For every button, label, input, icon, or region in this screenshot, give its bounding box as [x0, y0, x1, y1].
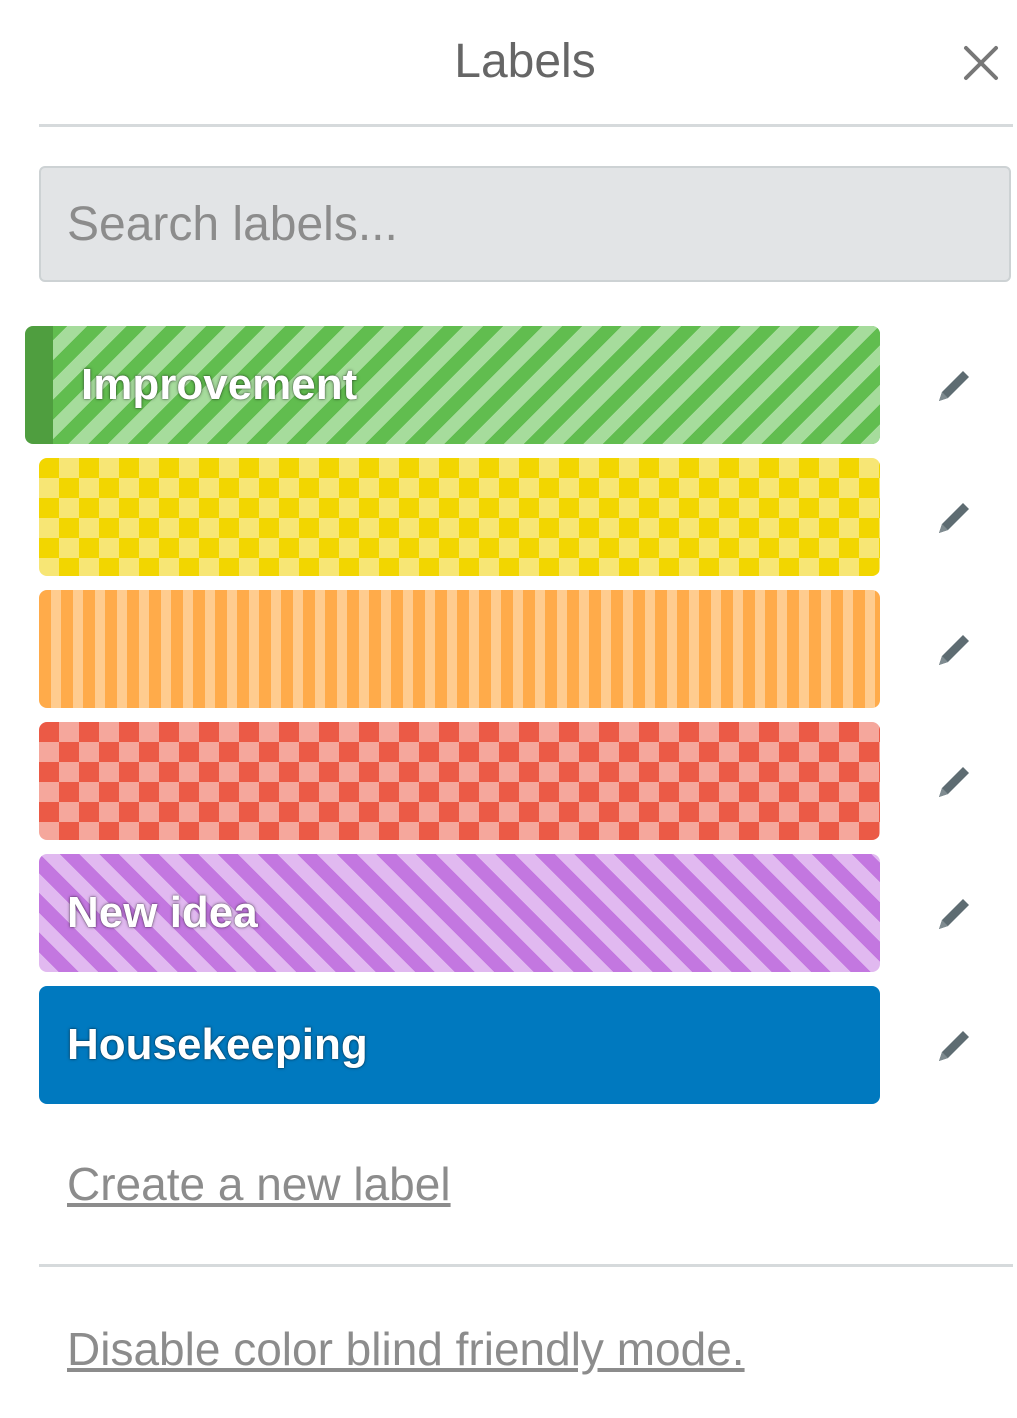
label-improvement[interactable]: Improvement — [25, 326, 880, 444]
label-housekeeping[interactable]: Housekeeping — [39, 986, 880, 1104]
colorblind-mode-toggle-link[interactable]: Disable color blind friendly mode. — [67, 1322, 745, 1376]
label-text: New idea — [67, 888, 258, 937]
header-divider — [39, 124, 1013, 127]
label-yellow[interactable] — [39, 458, 880, 576]
popover-title: Labels — [454, 35, 596, 88]
label-new-idea[interactable]: New idea — [39, 854, 880, 972]
pencil-icon[interactable] — [930, 889, 978, 937]
label-row-red — [0, 722, 1017, 840]
labels-popover: Labels Improvement — [0, 0, 1017, 1418]
label-orange[interactable] — [39, 590, 880, 708]
label-row-yellow — [0, 458, 1017, 576]
label-red[interactable] — [39, 722, 880, 840]
label-row-housekeeping: Housekeeping — [0, 986, 1017, 1104]
label-text: Housekeeping — [67, 1020, 368, 1069]
close-icon[interactable] — [958, 40, 1004, 86]
label-row-orange — [0, 590, 1017, 708]
search-labels-input[interactable] — [39, 166, 1011, 282]
label-row-improvement: Improvement — [0, 326, 1017, 444]
pencil-icon[interactable] — [930, 1021, 978, 1069]
pencil-icon[interactable] — [930, 361, 978, 409]
footer-divider — [39, 1264, 1013, 1267]
label-text: Improvement — [81, 360, 358, 409]
pencil-icon[interactable] — [930, 625, 978, 673]
label-row-new-idea: New idea — [0, 854, 1017, 972]
pencil-icon[interactable] — [930, 757, 978, 805]
pencil-icon[interactable] — [930, 493, 978, 541]
create-label-link[interactable]: Create a new label — [67, 1157, 451, 1211]
